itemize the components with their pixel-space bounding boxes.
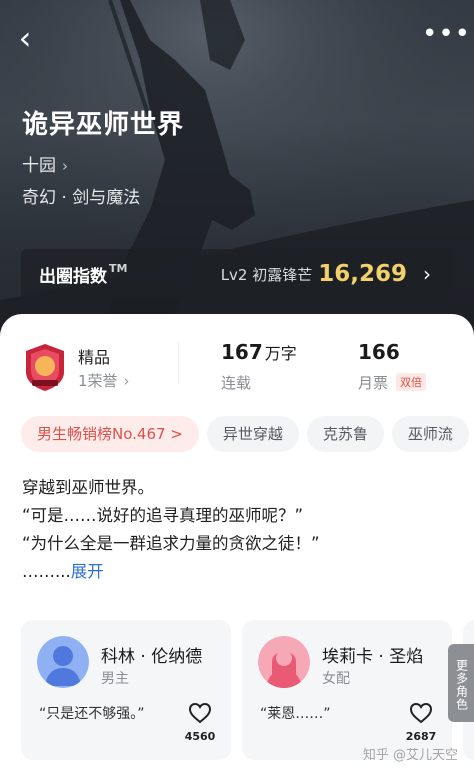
heart-icon (188, 702, 212, 724)
watermark: 知乎 @艾儿天空 (362, 748, 458, 763)
character-quote: “莱恩……” (260, 706, 331, 722)
quality-label: 精品 (78, 348, 111, 367)
heart-icon (409, 702, 433, 724)
honors-count: 1荣誉 (78, 372, 118, 390)
trademark-mark: TM (109, 261, 128, 275)
expand-link[interactable]: 展开 (71, 562, 104, 581)
character-quote: “只是还不够强。” (39, 706, 145, 722)
popularity-index-bar[interactable]: 出圈指数 TM Lv2 初露锋芒 16,269 › (21, 249, 453, 299)
more-characters-button[interactable]: 更多角色 (448, 644, 474, 722)
genre-label: 奇幻 · 剑与魔法 (22, 188, 141, 208)
synopsis-ellipsis: ……... (22, 562, 71, 581)
chevron-right-icon: › (423, 262, 431, 286)
tag-item[interactable]: 异世穿越 (206, 416, 299, 452)
character-role: 男主 (101, 671, 129, 687)
author-link[interactable]: 十园 › (22, 151, 68, 176)
more-options-button[interactable]: ••• (422, 21, 470, 52)
book-title: 诡异巫师世界 (22, 110, 185, 140)
tag-list: 男生畅销榜No.467 > 异世穿越 克苏鲁 巫师流 (21, 416, 474, 454)
synopsis-line: ……...展开 (22, 558, 462, 586)
character-avatar (258, 636, 310, 688)
synopsis: 穿越到巫师世界。 “可是……说好的追寻真理的巫师呢？” “为什么全是一群追求力量… (22, 474, 462, 586)
word-count: 167 万字 (221, 340, 297, 364)
book-hero-header: ‹ ••• 诡异巫师世界 十园 › 奇幻 · 剑与魔法 出圈指数 TM Lv2 初露… (0, 0, 474, 345)
stats-divider (178, 342, 179, 384)
index-level: Lv2 初露锋芒 (220, 265, 313, 284)
tag-item[interactable]: 克苏鲁 (306, 416, 384, 452)
character-name: 科林 · 伦纳德 (101, 647, 203, 667)
character-card[interactable]: 科林 · 伦纳德 男主 “只是还不够强。” 4560 (21, 620, 231, 760)
synopsis-line: “为什么全是一群追求力量的贪欲之徒！” (22, 534, 320, 553)
double-ticket-badge: 双倍 (396, 373, 426, 391)
chevron-right-icon: › (62, 157, 68, 175)
more-dots-icon: ••• (422, 19, 472, 49)
character-card[interactable]: 埃莉卡 · 圣焰 女配 “莱恩……” 2687 (242, 620, 452, 760)
stats-row: 精品 1荣誉 › 167 万字 连载 166 月票 双倍 (0, 336, 474, 406)
synopsis-line: “可是……说好的追寻真理的巫师呢？” (22, 506, 304, 525)
synopsis-line: 穿越到巫师世界。 (22, 478, 154, 497)
monthly-ticket-label: 月票 (358, 374, 389, 392)
character-role: 女配 (322, 671, 350, 687)
tag-item[interactable]: 巫师流 (391, 416, 469, 452)
jingpin-badge-icon (26, 344, 64, 391)
author-name: 十园 (22, 156, 56, 176)
like-count: 4560 (184, 730, 216, 743)
honors-link[interactable]: 1荣誉 › (78, 370, 130, 391)
chevron-right-icon: › (123, 372, 130, 390)
like-button[interactable]: 2687 (404, 702, 438, 743)
chevron-left-icon: ‹ (18, 19, 32, 57)
index-value: 16,269 (318, 261, 407, 287)
book-info-card: 精品 1荣誉 › 167 万字 连载 166 月票 双倍 男生畅销榜No.467 >… (0, 314, 474, 771)
like-button[interactable]: 4560 (183, 702, 217, 743)
index-label: 出圈指数 TM (39, 261, 128, 287)
character-avatar (37, 636, 89, 688)
monthly-ticket-count: 166 (358, 340, 400, 364)
character-name: 埃莉卡 · 圣焰 (322, 647, 424, 667)
like-count: 2687 (405, 730, 437, 743)
back-button[interactable]: ‹ (10, 20, 40, 56)
serial-status: 连载 (221, 374, 252, 392)
tag-rank[interactable]: 男生畅销榜No.467 > (21, 416, 199, 452)
